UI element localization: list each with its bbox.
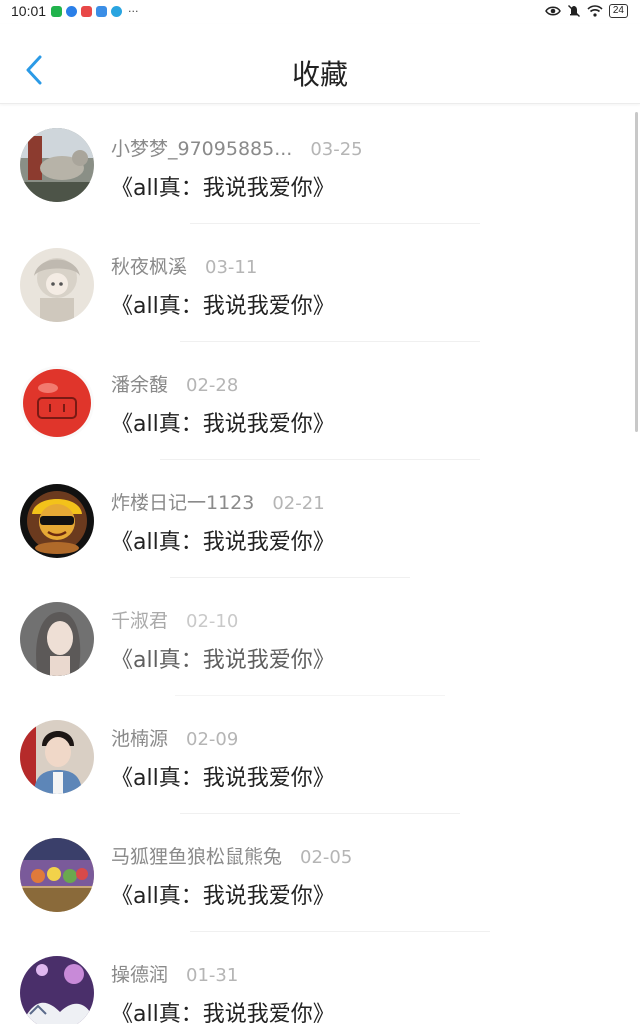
item-meta: 秋夜枫溪 03-11 — [111, 252, 257, 279]
username[interactable]: 小梦梦_97095885... — [111, 134, 292, 161]
item-meta: 马狐狸鱼狼松鼠熊兔 02-05 — [111, 842, 352, 869]
item-meta: 千淑君 02-10 — [111, 606, 238, 633]
date: 03-11 — [205, 257, 258, 278]
list-item[interactable]: 秋夜枫溪 03-11 《all真：我说我爱你》 — [0, 222, 640, 342]
username[interactable]: 操德润 — [111, 960, 168, 987]
cloud-icon — [96, 6, 107, 17]
avatar — [20, 838, 94, 912]
date: 02-05 — [300, 847, 353, 868]
username[interactable]: 池楠源 — [111, 724, 168, 751]
date: 03-25 — [310, 139, 363, 160]
username[interactable]: 千淑君 — [111, 606, 168, 633]
date: 02-21 — [272, 493, 325, 514]
news-icon — [81, 6, 92, 17]
list-item[interactable]: 潘余馥 02-28 《all真：我说我爱你》 — [0, 340, 640, 460]
avatar — [20, 248, 94, 322]
mute-icon — [567, 5, 580, 17]
story-title[interactable]: 《all真：我说我爱你》 — [111, 996, 335, 1024]
item-meta: 潘余馥 02-28 — [111, 370, 238, 397]
eye-icon — [544, 6, 561, 16]
date: 02-10 — [186, 611, 239, 632]
username[interactable]: 炸楼日记一1123 — [111, 488, 254, 515]
story-title[interactable]: 《all真：我说我爱你》 — [111, 288, 335, 320]
avatar — [20, 602, 94, 676]
item-meta: 池楠源 02-09 — [111, 724, 238, 751]
notification-icons: ··· — [51, 6, 139, 17]
list-item[interactable]: 操德润 01-31 《all真：我说我爱你》 — [0, 930, 640, 1024]
item-meta: 炸楼日记一1123 02-21 — [111, 488, 325, 515]
username[interactable]: 马狐狸鱼狼松鼠熊兔 — [111, 842, 282, 869]
story-title[interactable]: 《all真：我说我爱你》 — [111, 760, 335, 792]
story-title[interactable]: 《all真：我说我爱你》 — [111, 406, 335, 438]
page-title: 收藏 — [291, 58, 348, 91]
list-item[interactable]: 马狐狸鱼狼松鼠熊兔 02-05 《all真：我说我爱你》 — [0, 812, 640, 932]
avatar — [20, 720, 94, 794]
story-title[interactable]: 《all真：我说我爱你》 — [111, 170, 335, 202]
avatar — [20, 956, 94, 1024]
date: 02-09 — [186, 729, 239, 750]
date: 02-28 — [186, 375, 239, 396]
avatar — [20, 366, 94, 440]
story-title[interactable]: 《all真：我说我爱你》 — [111, 878, 335, 910]
system-icons: 24 — [544, 4, 628, 18]
scrollbar[interactable] — [635, 112, 638, 432]
username[interactable]: 潘余馥 — [111, 370, 168, 397]
list-item[interactable]: 池楠源 02-09 《all真：我说我爱你》 — [0, 694, 640, 814]
date: 01-31 — [186, 965, 239, 986]
battery-indicator: 24 — [608, 4, 628, 18]
item-meta: 操德润 01-31 — [111, 960, 238, 987]
username[interactable]: 秋夜枫溪 — [111, 252, 187, 279]
avatar — [20, 128, 94, 202]
app-header: 收藏 — [0, 24, 640, 104]
status-bar: 10:01 ··· 24 — [0, 0, 640, 24]
more-notifications-icon: ··· — [128, 5, 139, 18]
avatar — [20, 484, 94, 558]
list-item[interactable]: 小梦梦_97095885... 03-25 《all真：我说我爱你》 — [0, 104, 640, 224]
wifi-icon — [587, 5, 603, 17]
browser-icon — [111, 6, 122, 17]
list-item[interactable]: 千淑君 02-10 《all真：我说我爱你》 — [0, 576, 640, 696]
story-title[interactable]: 《all真：我说我爱你》 — [111, 524, 335, 556]
item-meta: 小梦梦_97095885... 03-25 — [111, 134, 363, 161]
story-title[interactable]: 《all真：我说我爱你》 — [111, 642, 335, 674]
app-icon — [66, 6, 77, 17]
status-time: 10:01 — [11, 3, 47, 19]
wechat-icon — [51, 6, 62, 17]
list-item[interactable]: 炸楼日记一1123 02-21 《all真：我说我爱你》 — [0, 458, 640, 578]
